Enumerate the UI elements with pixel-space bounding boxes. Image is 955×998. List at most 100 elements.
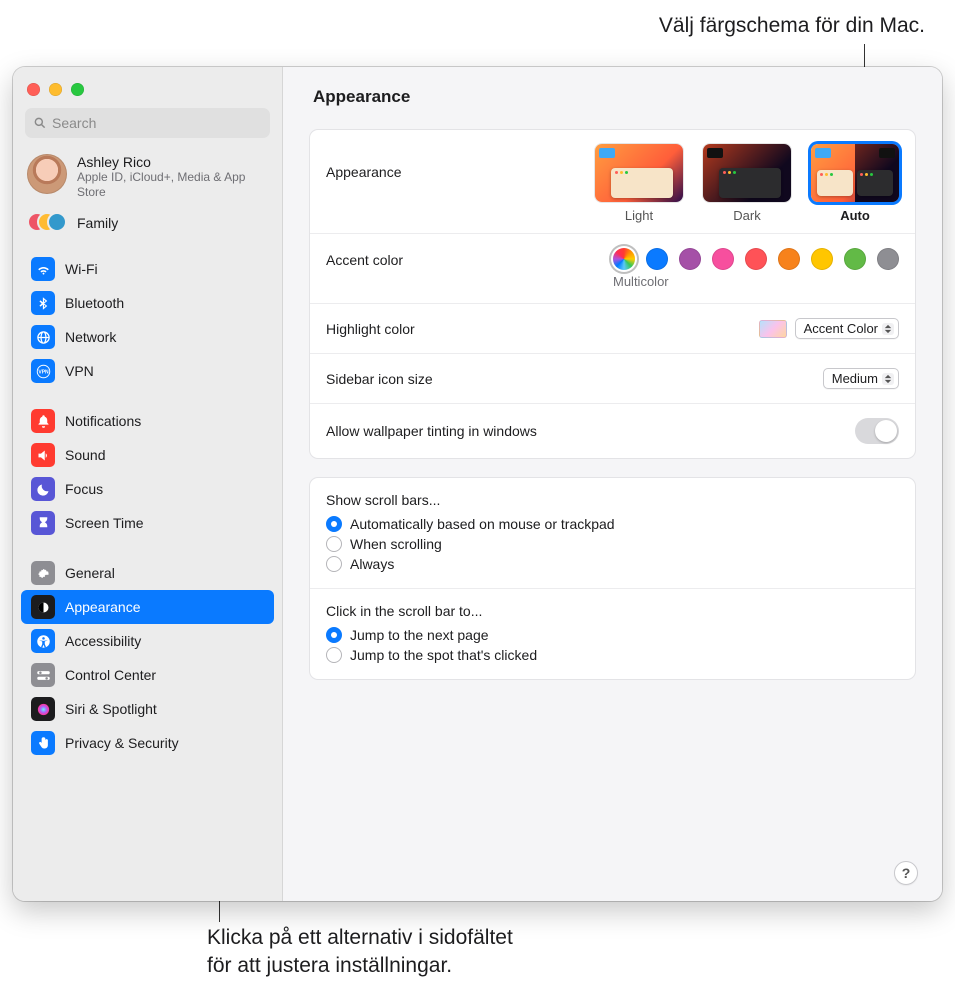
minimize-button[interactable] xyxy=(49,83,62,96)
sidebar-item-privacy-security[interactable]: Privacy & Security xyxy=(21,726,274,760)
page-title: Appearance xyxy=(313,87,916,107)
help-button[interactable]: ? xyxy=(894,861,918,885)
accent-swatch-multicolor[interactable] xyxy=(613,248,635,270)
family-label: Family xyxy=(77,215,118,231)
sidebar-item-vpn[interactable]: VPN VPN xyxy=(21,354,274,388)
sidebar-item-control-center[interactable]: Control Center xyxy=(21,658,274,692)
radio-button[interactable] xyxy=(326,556,342,572)
scrollclick-label: Click in the scroll bar to... xyxy=(326,603,899,619)
appearance-thumb xyxy=(595,144,683,202)
radio-button[interactable] xyxy=(326,627,342,643)
sidebar-item-label: Bluetooth xyxy=(65,295,124,311)
accent-swatch-red[interactable] xyxy=(745,248,767,270)
sidebar-item-general[interactable]: General xyxy=(21,556,274,590)
close-button[interactable] xyxy=(27,83,40,96)
accent-swatch-gray[interactable] xyxy=(877,248,899,270)
account-row[interactable]: Ashley Rico Apple ID, iCloud+, Media & A… xyxy=(13,148,282,206)
sidebar-item-label: Network xyxy=(65,329,116,345)
search-field[interactable] xyxy=(25,108,270,138)
sidebar-item-screen-time[interactable]: Screen Time xyxy=(21,506,274,540)
account-subtitle: Apple ID, iCloud+, Media & App Store xyxy=(77,170,268,200)
highlight-popup[interactable]: Accent Color xyxy=(795,318,899,339)
sidebar-item-label: VPN xyxy=(65,363,94,379)
vpn-icon: VPN xyxy=(31,359,55,383)
content-area: Appearance Appearance Light Dark Auto xyxy=(283,67,942,901)
sidebar-item-sound[interactable]: Sound xyxy=(21,438,274,472)
radio-button[interactable] xyxy=(326,516,342,532)
bell-icon xyxy=(31,409,55,433)
chevron-updown-icon xyxy=(882,323,894,335)
scrollbars-option[interactable]: Always xyxy=(326,554,899,574)
appearance-thumb-label: Auto xyxy=(840,208,870,223)
radio-button[interactable] xyxy=(326,647,342,663)
appearance-option-dark[interactable]: Dark xyxy=(703,144,791,223)
tinting-label: Allow wallpaper tinting in windows xyxy=(326,423,855,439)
sidebar-item-wi-fi[interactable]: Wi-Fi xyxy=(21,252,274,286)
account-name: Ashley Rico xyxy=(77,154,268,170)
appearance-label: Appearance xyxy=(326,144,595,180)
sidebar-item-label: Control Center xyxy=(65,667,156,683)
appearance-thumb-label: Dark xyxy=(733,208,760,223)
scrollbars-panel: Show scroll bars... Automatically based … xyxy=(309,477,916,680)
sidebar-size-value: Medium xyxy=(832,371,878,386)
appearance-row: Appearance Light Dark Auto xyxy=(310,130,915,234)
accent-swatch-green[interactable] xyxy=(844,248,866,270)
scrollclick-section: Click in the scroll bar to... Jump to th… xyxy=(310,589,915,679)
scrollclick-option[interactable]: Jump to the spot that's clicked xyxy=(326,645,899,665)
highlight-swatch xyxy=(759,320,787,338)
callout-bottom: Klicka på ett alternativ i sidofältet fö… xyxy=(207,924,627,981)
sidebar-item-network[interactable]: Network xyxy=(21,320,274,354)
appearance-option-light[interactable]: Light xyxy=(595,144,683,223)
sidebar-size-label: Sidebar icon size xyxy=(326,371,823,387)
scrollbars-option[interactable]: Automatically based on mouse or trackpad xyxy=(326,514,899,534)
accent-swatches xyxy=(613,248,899,270)
tinting-toggle[interactable] xyxy=(855,418,899,444)
sidebar-size-popup[interactable]: Medium xyxy=(823,368,899,389)
accent-swatch-yellow[interactable] xyxy=(811,248,833,270)
sidebar-item-siri-spotlight[interactable]: Siri & Spotlight xyxy=(21,692,274,726)
sidebar-item-appearance[interactable]: Appearance xyxy=(21,590,274,624)
accent-swatch-blue[interactable] xyxy=(646,248,668,270)
sidebar-item-notifications[interactable]: Notifications xyxy=(21,404,274,438)
appearance-option-auto[interactable]: Auto xyxy=(811,144,899,223)
search-input[interactable] xyxy=(52,115,262,131)
highlight-label: Highlight color xyxy=(326,321,759,337)
scrollclick-option[interactable]: Jump to the next page xyxy=(326,625,899,645)
siri-icon xyxy=(31,697,55,721)
callout-bottom-line2: för att justera inställningar. xyxy=(207,952,627,980)
search-icon xyxy=(33,116,47,130)
radio-label: Jump to the next page xyxy=(350,627,489,643)
sidebar-list: Wi-Fi Bluetooth Network VPN VPN Notifications… xyxy=(13,246,282,901)
sidebar-item-label: Privacy & Security xyxy=(65,735,179,751)
family-row[interactable]: Family xyxy=(13,206,282,246)
settings-window: Ashley Rico Apple ID, iCloud+, Media & A… xyxy=(13,67,942,901)
appearance-thumb xyxy=(703,144,791,202)
sidebar-item-bluetooth[interactable]: Bluetooth xyxy=(21,286,274,320)
globe-icon xyxy=(31,325,55,349)
wifi-icon xyxy=(31,257,55,281)
toggle-knob xyxy=(875,420,897,442)
accent-selected-name: Multicolor xyxy=(613,274,669,289)
radio-button[interactable] xyxy=(326,536,342,552)
sidebar-size-row: Sidebar icon size Medium xyxy=(310,354,915,404)
gear-icon xyxy=(31,561,55,585)
moon-icon xyxy=(31,477,55,501)
bluetooth-icon xyxy=(31,291,55,315)
hand-icon xyxy=(31,731,55,755)
scrollbars-option[interactable]: When scrolling xyxy=(326,534,899,554)
family-avatars xyxy=(27,212,67,234)
sidebar-item-label: Sound xyxy=(65,447,105,463)
accent-swatch-purple[interactable] xyxy=(679,248,701,270)
sidebar: Ashley Rico Apple ID, iCloud+, Media & A… xyxy=(13,67,283,901)
sidebar-item-accessibility[interactable]: Accessibility xyxy=(21,624,274,658)
svg-text:VPN: VPN xyxy=(38,369,49,375)
sidebar-item-label: Siri & Spotlight xyxy=(65,701,157,717)
zoom-button[interactable] xyxy=(71,83,84,96)
appearance-thumbs: Light Dark Auto xyxy=(595,144,899,223)
sidebar-item-focus[interactable]: Focus xyxy=(21,472,274,506)
accent-swatch-pink[interactable] xyxy=(712,248,734,270)
avatar xyxy=(27,154,67,194)
window-controls xyxy=(13,77,282,108)
radio-label: Automatically based on mouse or trackpad xyxy=(350,516,615,532)
accent-swatch-orange[interactable] xyxy=(778,248,800,270)
